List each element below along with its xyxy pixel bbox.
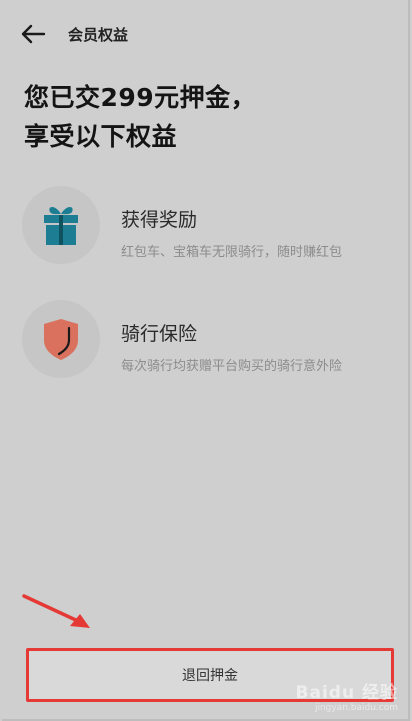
headline-line-2: 享受以下权益 — [24, 122, 178, 151]
watermark: Baidu 经验 jingyan.baidu.com — [296, 678, 398, 713]
gift-icon — [22, 186, 100, 264]
top-bar: 会员权益 — [2, 0, 408, 68]
benefit-description: 红包车、宝箱车无限骑行，随时赚红包 — [121, 245, 343, 260]
benefit-reward: 获得奖励 红包车、宝箱车无限骑行，随时赚红包 — [22, 186, 402, 268]
page-title: 会员权益 — [68, 26, 129, 44]
headline-line-1: 您已交299元押金， — [24, 83, 257, 112]
annotation-arrow-icon — [22, 590, 102, 638]
deposit-headline: 您已交299元押金， 享受以下权益 — [24, 78, 256, 156]
watermark-logo: Baidu 经验 — [295, 683, 398, 703]
shield-icon — [22, 300, 100, 378]
benefit-title: 获得奖励 — [121, 209, 198, 231]
benefit-insurance: 骑行保险 每次骑行均获赠平台购买的骑行意外险 — [22, 300, 402, 382]
benefit-description: 每次骑行均获赠平台购买的骑行意外险 — [121, 359, 343, 374]
watermark-url: jingyan.baidu.com — [314, 703, 398, 713]
benefit-title: 骑行保险 — [121, 323, 198, 345]
back-arrow-icon[interactable] — [20, 22, 46, 46]
screen: 会员权益 您已交299元押金， 享受以下权益 获得奖励 红包车、宝箱车无限骑行，… — [2, 0, 410, 721]
